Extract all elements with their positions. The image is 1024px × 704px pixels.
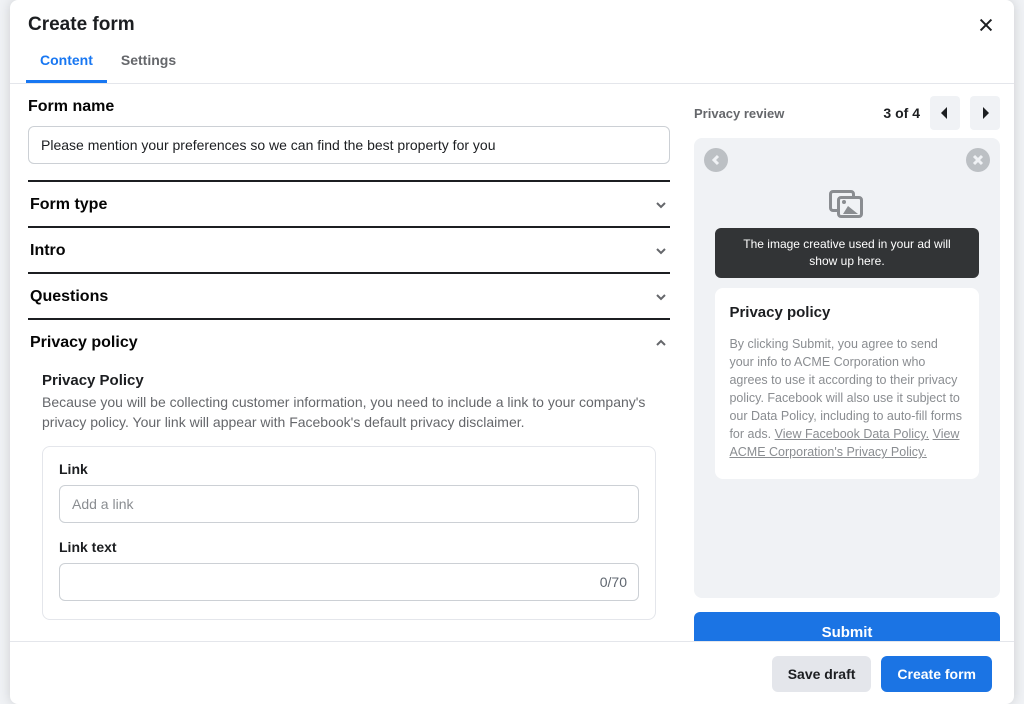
privacy-policy-block: Privacy Policy Because you will be colle… (28, 364, 670, 620)
preview-next-button[interactable] (970, 96, 1000, 130)
preview-review-label: Privacy review (694, 106, 784, 121)
chevron-down-icon (654, 244, 668, 258)
preview-card-text: By clicking Submit, you agree to send yo… (729, 335, 964, 462)
privacy-title: Privacy policy (30, 334, 138, 352)
preview-back-icon[interactable] (704, 148, 728, 172)
preview-pane: Rich Creative - Form preview Privacy rev… (688, 84, 1014, 641)
link-text-label: Link text (59, 539, 639, 555)
form-name-label: Form name (28, 98, 670, 116)
preview-banner: The image creative used in your ad will … (715, 228, 978, 278)
create-form-button[interactable]: Create form (881, 656, 992, 692)
modal-footer: Save draft Create form (10, 641, 1014, 704)
section-questions[interactable]: Questions (28, 274, 670, 320)
preview-content-card: Privacy policy By clicking Submit, you a… (715, 288, 978, 480)
tab-settings[interactable]: Settings (107, 42, 190, 83)
link-label: Link (59, 461, 639, 477)
preview-submit-button[interactable]: Submit (694, 612, 1000, 641)
privacy-description: Because you will be collecting customer … (42, 393, 656, 432)
preview-card: The image creative used in your ad will … (694, 138, 1000, 598)
link-text-input[interactable] (59, 563, 639, 601)
preview-card-title: Privacy policy (729, 304, 964, 321)
questions-title: Questions (30, 288, 108, 306)
tab-content[interactable]: Content (26, 42, 107, 83)
modal-body: Form name Form type Intro Questions Priv… (10, 84, 1014, 641)
form-name-input[interactable] (28, 126, 670, 164)
privacy-subtitle: Privacy Policy (42, 372, 656, 389)
chevron-down-icon (654, 198, 668, 212)
section-privacy-policy[interactable]: Privacy policy (28, 320, 670, 364)
preview-link-data-policy[interactable]: View Facebook Data Policy. (775, 427, 929, 441)
preview-prev-button[interactable] (930, 96, 960, 130)
section-form-type[interactable]: Form type (28, 182, 670, 228)
privacy-link-card: Link Link text 0/70 (42, 446, 656, 620)
chevron-up-icon (654, 336, 668, 350)
link-input[interactable] (59, 485, 639, 523)
modal-header: Create form (10, 0, 1014, 46)
chevron-down-icon (654, 290, 668, 304)
close-icon[interactable] (976, 15, 996, 35)
image-placeholder-icon (829, 190, 865, 220)
create-form-modal: Create form Content Settings Form name F… (10, 0, 1014, 704)
intro-title: Intro (30, 242, 66, 260)
save-draft-button[interactable]: Save draft (772, 656, 872, 692)
content-pane: Form name Form type Intro Questions Priv… (10, 84, 688, 641)
preview-close-icon[interactable] (966, 148, 990, 172)
modal-title: Create form (28, 14, 135, 36)
link-text-counter: 0/70 (600, 574, 627, 590)
preview-count: 3 of 4 (883, 105, 920, 121)
preview-nav: Privacy review 3 of 4 (694, 88, 1000, 138)
preview-card-leading: By clicking Submit, you agree to send yo… (729, 337, 962, 442)
section-intro[interactable]: Intro (28, 228, 670, 274)
tabs: Content Settings (10, 42, 1014, 84)
form-type-title: Form type (30, 196, 107, 214)
